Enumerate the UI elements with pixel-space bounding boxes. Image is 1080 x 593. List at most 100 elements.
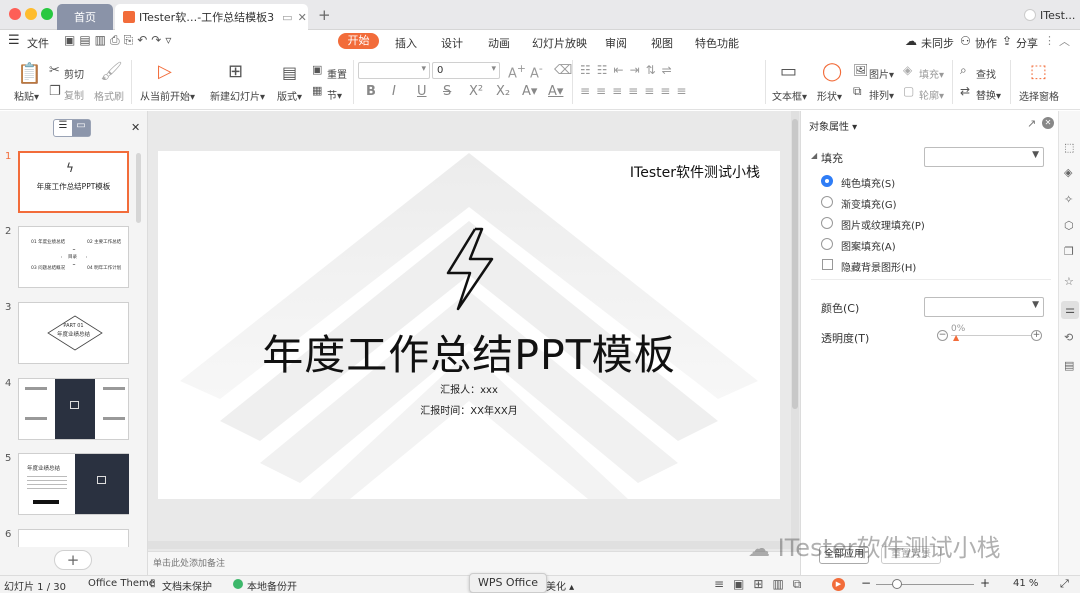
shapes-icon[interactable]: ◈ [1064, 166, 1072, 179]
transparency-decrease[interactable]: − [937, 330, 948, 341]
shape-button[interactable]: 形状▾ [817, 88, 842, 103]
tab-start[interactable]: 开始 [338, 33, 379, 49]
animation-icon[interactable]: ✧ [1064, 193, 1073, 206]
tab-insert[interactable]: 插入 [395, 35, 417, 51]
outline-icon[interactable]: ▢ [903, 85, 914, 97]
slide-thumb-3[interactable]: PART 01 年度业绩总结 [18, 302, 129, 364]
search-icon[interactable]: ⌕ [960, 64, 967, 76]
new-tab-icon[interactable]: + [318, 6, 331, 24]
replace-icon[interactable]: ⇄ [960, 85, 970, 97]
textbox-button[interactable]: 文本框▾ [772, 88, 807, 103]
play-icon[interactable]: ▷ [158, 63, 172, 81]
expand-triangle-icon[interactable]: ◢ [811, 151, 817, 160]
font-color-icon[interactable]: A▾ [548, 85, 563, 98]
quick-access-icons[interactable]: ▣▤▥⎙⎘↶↷▿ [64, 33, 175, 48]
scissors-icon[interactable]: ✂ [49, 64, 60, 77]
fit-window-icon[interactable]: ⤢ [1060, 577, 1069, 591]
slide-title[interactable]: 年度工作总结PPT模板 [158, 321, 780, 381]
font-grow-icon[interactable]: A+ [508, 63, 526, 80]
copy-layer-icon[interactable]: ❐ [1064, 245, 1074, 258]
tab-review[interactable]: 审阅 [605, 35, 627, 51]
view-toggle[interactable]: ☰ ▭ [53, 119, 91, 137]
tab-design[interactable]: 设计 [441, 35, 463, 51]
textbox-icon[interactable]: ▭ [780, 63, 797, 81]
paragraph-icons-top[interactable]: ☷☷⇤⇥⇅⇌ [580, 64, 678, 76]
layout-icon[interactable]: ▤ [282, 65, 297, 81]
tab-view[interactable]: 视图 [651, 35, 673, 51]
reset-button[interactable]: 重置 [327, 66, 347, 81]
paste-button[interactable]: 粘贴▾ [14, 88, 39, 103]
cursor-icon[interactable]: ⬚ [1030, 63, 1047, 81]
picture-icon[interactable]: 🖼 [853, 64, 868, 76]
slide-thumb-5[interactable]: 年度业绩总结 [18, 453, 129, 515]
share-button[interactable]: 分享 [1016, 35, 1038, 51]
outline-button[interactable]: 轮廓▾ [919, 87, 944, 102]
star-icon[interactable]: ☆ [1064, 275, 1074, 288]
reset-icon[interactable]: ▣ [312, 64, 322, 75]
font-shrink-icon[interactable]: A- [530, 63, 543, 80]
thumb-scrollbar[interactable] [136, 153, 141, 223]
strikethrough-icon[interactable]: S [443, 85, 451, 98]
text-effect-icon[interactable]: A▾ [522, 85, 537, 98]
notes-pane[interactable]: 单击此处添加备注 [148, 551, 800, 575]
outline-view-icon[interactable]: ☰ [54, 120, 72, 136]
props-header[interactable]: 对象属性 ▾ [809, 118, 857, 133]
arrange-button[interactable]: 排列▾ [869, 87, 894, 102]
screen-icon[interactable]: ▭ [282, 11, 292, 24]
protect-status[interactable]: 文档未保护 [162, 578, 212, 593]
zoom-in-button[interactable]: + [980, 576, 990, 590]
slide-thumb-6[interactable] [18, 529, 129, 547]
slide-reporter[interactable]: 汇报人：xxx [158, 381, 780, 396]
font-size-select[interactable]: 0 ▾ [432, 62, 500, 79]
minimize-window-button[interactable] [25, 8, 37, 20]
underline-icon[interactable]: U [417, 85, 427, 98]
radio-solid-fill[interactable] [821, 175, 833, 187]
format-icon[interactable]: ⬚ [1064, 141, 1074, 154]
format-painter-icon[interactable]: 🖌 [100, 63, 123, 81]
superscript-icon[interactable]: X² [469, 85, 483, 98]
fill-type-dropdown[interactable]: ▼ [924, 147, 1044, 167]
pin-icon[interactable]: ↗ [1027, 117, 1036, 130]
replace-button[interactable]: 替换▾ [976, 87, 1001, 102]
new-slide-icon[interactable]: ⊞ [228, 63, 243, 81]
slide-canvas[interactable]: ITester软件测试小栈 年度工作总结PPT模板 汇报人：xxx 汇报时间：X… [158, 151, 780, 499]
slide-thumb-4[interactable] [18, 378, 129, 440]
file-menu[interactable]: 文件 [27, 35, 49, 51]
color-dropdown[interactable]: ▼ [924, 297, 1044, 317]
backup-status[interactable]: 本地备份开 [247, 578, 297, 593]
italic-icon[interactable]: I [392, 85, 396, 98]
select-pane-button[interactable]: 选择窗格 [1019, 88, 1059, 103]
close-icon[interactable]: ✕ [298, 11, 307, 24]
canvas-scrollbar[interactable] [791, 111, 799, 551]
close-icon[interactable]: ✕ [1042, 117, 1054, 129]
cut-button[interactable]: 剪切 [64, 66, 84, 81]
slideshow-play-icon[interactable]: ▶ [832, 578, 845, 591]
radio-gradient-fill[interactable] [821, 196, 833, 208]
slide-thumb-2[interactable]: 01 年度业绩总结 02 主要工作总结 目录 03 问题总结概况 04 明年工作… [18, 226, 129, 288]
fill-button[interactable]: 填充▾ [919, 66, 944, 81]
hexagon-icon[interactable]: ⬡ [1064, 219, 1074, 232]
tab-slideshow[interactable]: 幻灯片放映 [532, 35, 587, 51]
hide-bg-checkbox[interactable] [822, 259, 833, 270]
collab-button[interactable]: 协作 [975, 35, 997, 51]
section-button[interactable]: 节▾ [327, 87, 342, 102]
paste-icon[interactable]: 📋 [17, 63, 42, 83]
fill-icon[interactable]: ◈ [903, 64, 912, 76]
menu-icon[interactable]: ☰ [8, 33, 20, 48]
transparency-increase[interactable]: + [1031, 330, 1042, 341]
from-current-button[interactable]: 从当前开始▾ [140, 88, 195, 103]
slide-thumb-1[interactable]: ϟ 年度工作总结PPT模板 [18, 151, 129, 213]
slide-brand-text[interactable]: ITester软件测试小栈 [630, 162, 760, 182]
history-icon[interactable]: ⟲ [1064, 331, 1073, 344]
canvas-scroll-thumb[interactable] [792, 119, 798, 409]
find-button[interactable]: 查找 [976, 66, 996, 81]
slide-view-icon[interactable]: ▭ [72, 120, 90, 136]
maximize-window-button[interactable] [41, 8, 53, 20]
collapse-icon[interactable]: ︿ [1059, 33, 1070, 49]
copy-icon[interactable]: ❐ [49, 85, 61, 98]
shape-icon[interactable]: ◯ [822, 63, 842, 81]
zoom-slider-thumb[interactable] [892, 579, 902, 589]
text-style-icon[interactable]: ▤ [1064, 359, 1074, 372]
section-icon[interactable]: ▦ [312, 85, 322, 96]
zoom-slider-track[interactable] [876, 584, 974, 585]
